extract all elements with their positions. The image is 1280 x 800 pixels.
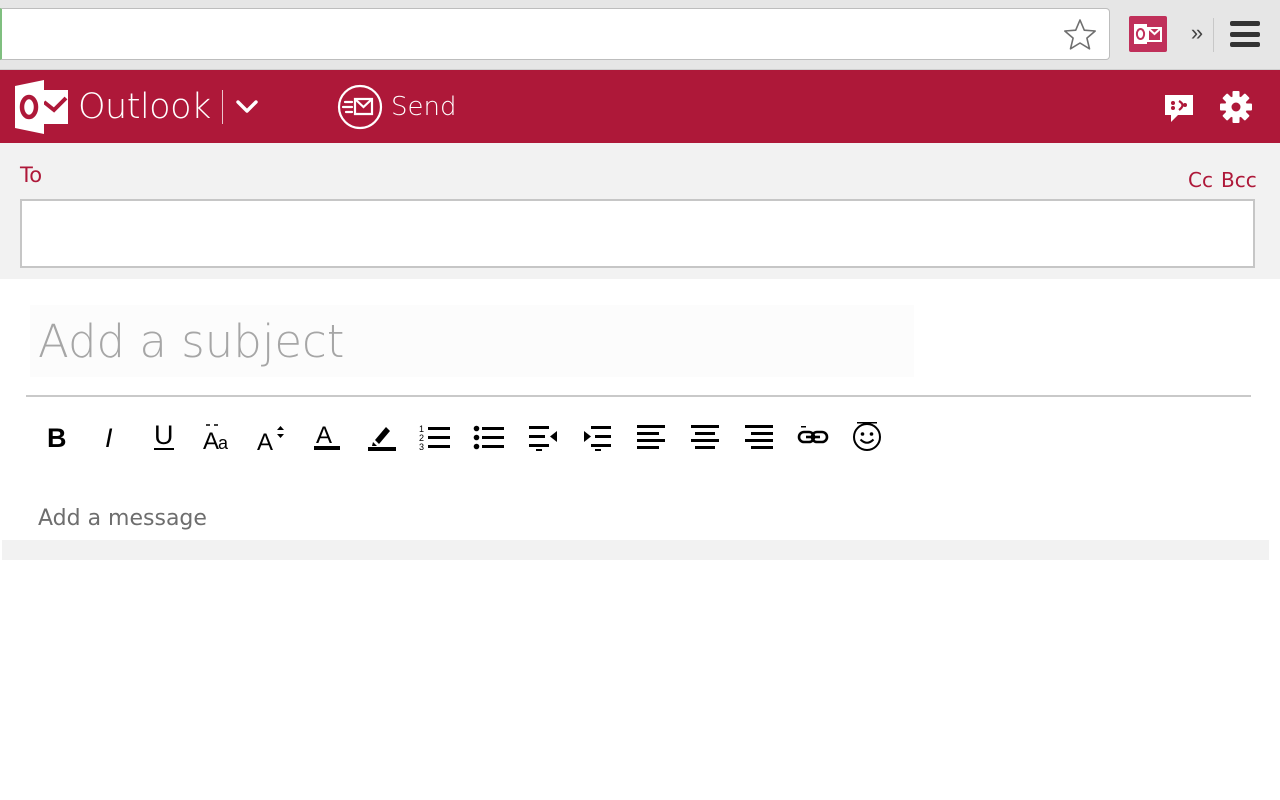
bcc-link[interactable]: Bcc — [1221, 168, 1257, 192]
svg-text:A: A — [257, 429, 273, 452]
underline-button[interactable]: U — [138, 415, 192, 459]
font-size-button[interactable]: A — [246, 415, 300, 459]
header-divider — [222, 90, 223, 124]
send-button[interactable]: Send — [337, 84, 456, 130]
underline-icon: U — [154, 421, 174, 450]
chevron-down-icon[interactable] — [232, 92, 262, 122]
subject-divider — [26, 395, 1251, 397]
svg-text:3: 3 — [419, 442, 424, 452]
svg-text:A: A — [316, 422, 332, 449]
svg-text:a: a — [218, 433, 229, 452]
numbered-list-icon: 123 — [419, 424, 450, 452]
recipients-panel: To Cc Bcc — [0, 143, 1280, 279]
bulleted-list-icon — [473, 425, 504, 450]
font-color-button[interactable]: A — [300, 415, 354, 459]
insert-link-button[interactable] — [786, 415, 840, 459]
feedback-icon[interactable] — [1162, 92, 1196, 124]
font-color-icon: A — [314, 422, 340, 450]
align-center-icon — [691, 425, 719, 449]
outlook-extension-icon[interactable] — [1129, 16, 1167, 52]
emoji-button[interactable] — [840, 415, 894, 459]
align-left-icon — [637, 425, 665, 449]
highlight-icon — [368, 427, 396, 451]
bold-button[interactable]: B — [30, 415, 84, 459]
numbered-list-button[interactable]: 123 — [408, 415, 462, 459]
align-right-button[interactable] — [732, 415, 786, 459]
bold-icon: B — [47, 423, 67, 451]
align-center-button[interactable] — [678, 415, 732, 459]
svg-text:I: I — [105, 423, 113, 451]
link-icon — [797, 426, 829, 444]
toolbar-divider — [1213, 18, 1214, 52]
app-name: Outlook — [78, 87, 211, 127]
emoji-icon — [853, 422, 881, 451]
send-label: Send — [391, 92, 457, 122]
outlook-logo[interactable]: Outlook — [14, 80, 211, 134]
send-icon — [337, 84, 383, 130]
hamburger-menu-icon[interactable] — [1228, 18, 1262, 50]
decrease-indent-button[interactable] — [516, 415, 570, 459]
extensions-overflow-button[interactable]: » — [1186, 18, 1208, 48]
align-right-icon — [745, 425, 773, 449]
outlook-logo-icon — [14, 80, 70, 134]
font-size-icon: A — [257, 426, 284, 452]
to-field[interactable] — [20, 199, 1255, 268]
subject-input[interactable] — [30, 305, 914, 377]
italic-button[interactable]: I — [84, 415, 138, 459]
italic-icon: I — [105, 423, 113, 451]
address-bar[interactable] — [0, 8, 1110, 60]
increase-indent-button[interactable] — [570, 415, 624, 459]
svg-text:A: A — [203, 428, 219, 452]
highlight-button[interactable] — [354, 415, 408, 459]
app-header: Outlook Send — [0, 70, 1280, 143]
browser-toolbar: » — [0, 0, 1280, 70]
svg-text:B: B — [47, 423, 67, 451]
gear-icon[interactable] — [1219, 90, 1253, 124]
to-label: To — [20, 163, 43, 187]
bulleted-list-button[interactable] — [462, 415, 516, 459]
font-button[interactable]: Aa — [192, 415, 246, 459]
message-body[interactable] — [38, 501, 1238, 535]
cc-link[interactable]: Cc — [1188, 168, 1213, 192]
formatting-toolbar: B I U Aa A A 123 — [30, 415, 894, 459]
compose-footer-strip — [2, 540, 1269, 560]
compose-area: B I U Aa A A 123 — [4, 279, 1280, 540]
font-icon: Aa — [203, 424, 229, 452]
svg-text:U: U — [154, 421, 174, 450]
decrease-indent-icon — [529, 426, 557, 451]
increase-indent-icon — [584, 426, 611, 451]
star-icon[interactable] — [1061, 16, 1099, 54]
align-left-button[interactable] — [624, 415, 678, 459]
